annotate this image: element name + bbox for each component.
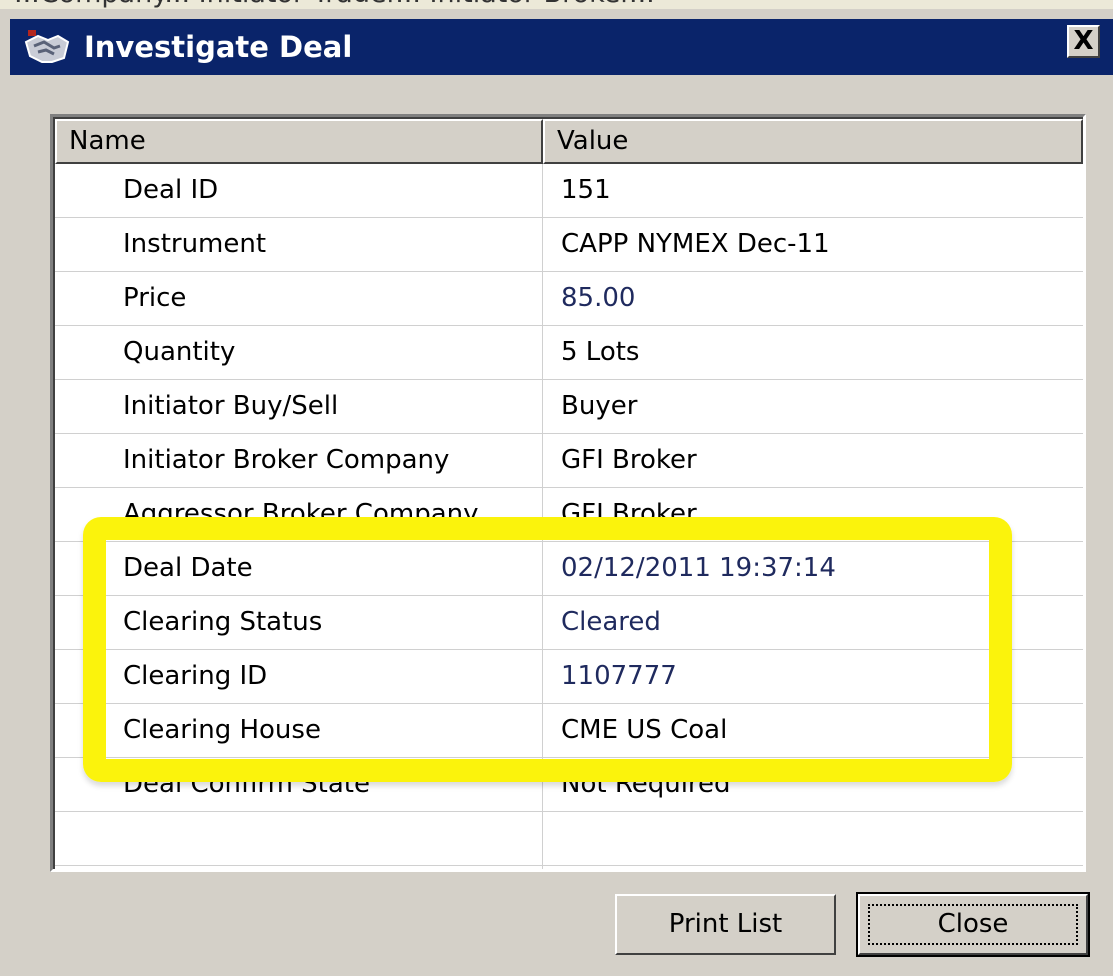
row-value: GFI Broker: [561, 499, 697, 529]
row-name: Aggressor Broker Company: [123, 499, 479, 529]
row-value: 5 Lots: [561, 337, 640, 367]
table-row[interactable]: Initiator Broker Company GFI Broker: [55, 434, 1083, 488]
row-value: 1107777: [561, 661, 677, 691]
row-value: CME US Coal: [561, 715, 728, 745]
row-name: Deal Date: [123, 553, 253, 583]
row-value: Cleared: [561, 607, 661, 637]
row-name: Clearing House: [123, 715, 321, 745]
row-name: Deal ID: [123, 175, 219, 205]
table-row[interactable]: Clearing House CME US Coal: [55, 704, 1083, 758]
background-window-text: ...Company... Initiator Trader... Initia…: [14, 0, 655, 9]
close-window-button[interactable]: X: [1067, 25, 1100, 58]
table-row[interactable]: Instrument CAPP NYMEX Dec-11: [55, 218, 1083, 272]
row-name: Price: [123, 283, 187, 313]
table-row[interactable]: [55, 812, 1083, 866]
handshake-icon: [24, 28, 70, 66]
deal-properties-list[interactable]: Name Value Deal ID 151 Instrument CAPP NYME…: [50, 114, 1086, 872]
row-name: Quantity: [123, 337, 236, 367]
table-row[interactable]: Initiator Buy/Sell Buyer: [55, 380, 1083, 434]
print-list-button[interactable]: Print List: [615, 894, 836, 955]
row-value: Not Required: [561, 769, 731, 799]
row-value: 02/12/2011 19:37:14: [561, 553, 836, 583]
row-value: GFI Broker: [561, 445, 697, 475]
row-name: Deal Confirm State: [123, 769, 370, 799]
list-body: Name Value Deal ID 151 Instrument CAPP NYME…: [53, 117, 1083, 869]
window-title: Investigate Deal: [84, 30, 353, 64]
table-row[interactable]: Clearing ID 1107777: [55, 650, 1083, 704]
close-button[interactable]: Close: [856, 892, 1090, 957]
table-row[interactable]: Quantity 5 Lots: [55, 326, 1083, 380]
title-bar[interactable]: Investigate Deal: [10, 19, 1113, 75]
investigate-deal-dialog: Investigate Deal X Name Value Deal ID 151…: [0, 9, 1113, 976]
row-value: 85.00: [561, 283, 636, 313]
table-row[interactable]: Aggressor Broker Company GFI Broker: [55, 488, 1083, 542]
table-row[interactable]: Price 85.00: [55, 272, 1083, 326]
row-name: Initiator Buy/Sell: [123, 391, 339, 421]
column-header-name[interactable]: Name: [55, 119, 543, 164]
row-value: Buyer: [561, 391, 638, 421]
row-name: Clearing ID: [123, 661, 268, 691]
table-row[interactable]: Deal ID 151: [55, 164, 1083, 218]
row-name: Instrument: [123, 229, 267, 259]
row-value: 151: [561, 175, 611, 205]
background-window-strip: ...Company... Initiator Trader... Initia…: [0, 0, 1113, 9]
close-button-label: Close: [937, 909, 1009, 939]
column-header-value[interactable]: Value: [543, 119, 1083, 164]
row-name: Initiator Broker Company: [123, 445, 450, 475]
table-row[interactable]: Deal Date 02/12/2011 19:37:14: [55, 542, 1083, 596]
table-row[interactable]: Deal Confirm State Not Required: [55, 758, 1083, 812]
row-value: CAPP NYMEX Dec-11: [561, 229, 830, 259]
row-name: Clearing Status: [123, 607, 323, 637]
table-row[interactable]: Clearing Status Cleared: [55, 596, 1083, 650]
